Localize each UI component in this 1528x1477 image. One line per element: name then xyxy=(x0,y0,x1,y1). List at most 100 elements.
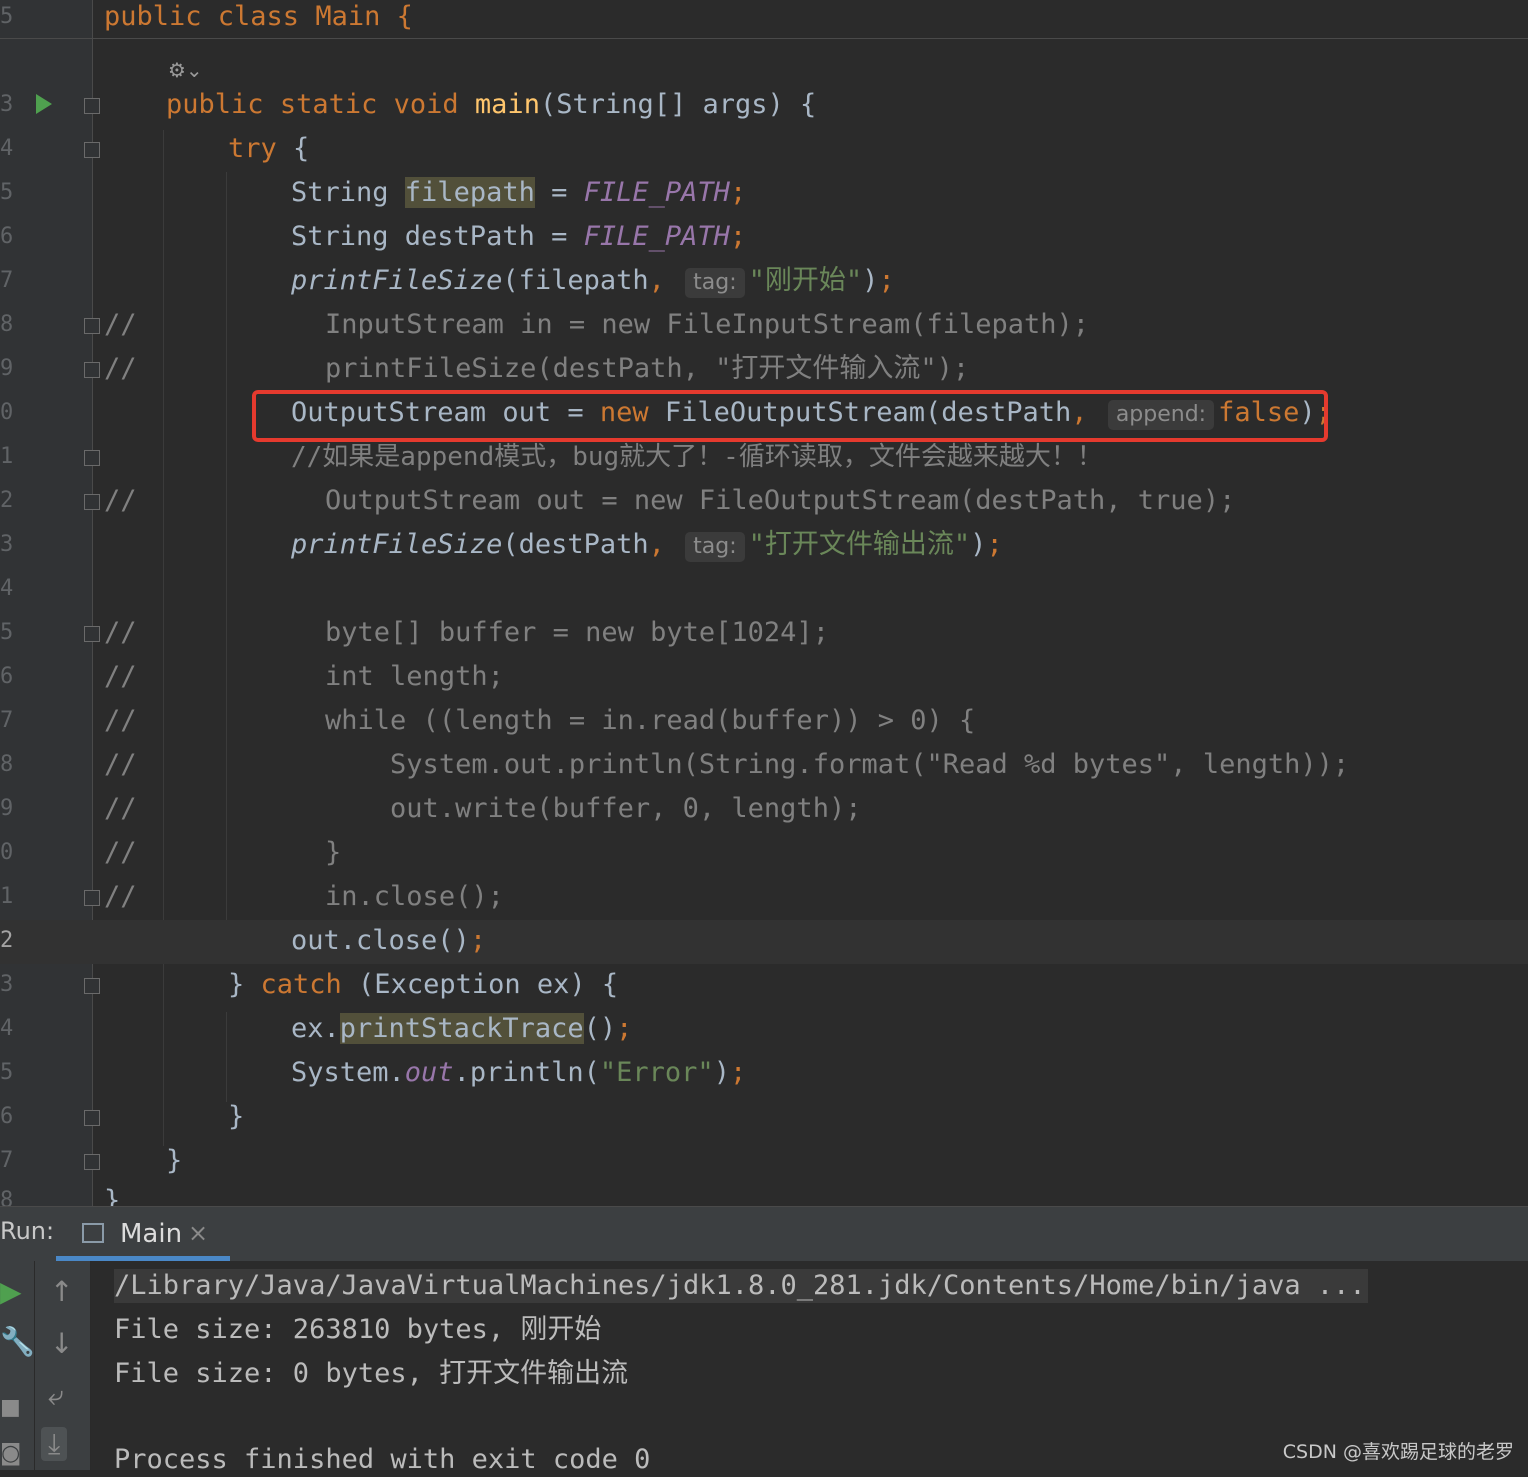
highlighted-identifier: printStackTrace xyxy=(339,1013,584,1044)
rerun-icon[interactable]: ▶ xyxy=(0,1275,22,1308)
wrench-icon[interactable]: 🔧 xyxy=(0,1325,35,1358)
keyword: try xyxy=(228,133,277,164)
comment-marker: // xyxy=(104,661,137,692)
arrow-down-icon[interactable]: ↓ xyxy=(50,1327,73,1360)
method-call: printFileSize xyxy=(291,265,503,296)
comment-marker: // xyxy=(104,881,137,912)
code-line: 7 } xyxy=(0,1144,1528,1188)
comment-marker: // xyxy=(104,705,137,736)
run-tool-window-header: Run: Main × xyxy=(0,1206,1528,1262)
line-code: ex.printStackTrace(); xyxy=(291,1012,632,1046)
code-text: } xyxy=(228,969,261,1000)
code-line-current: 2 out.close(); xyxy=(0,920,1528,964)
constant: FILE_PATH xyxy=(583,221,730,252)
run-tab-label: Main xyxy=(120,1219,183,1249)
code-text: ) xyxy=(970,529,987,560)
code-line: 2 // OutputStream out = new FileOutputSt… xyxy=(0,484,1528,528)
line-number: 1 xyxy=(0,444,14,469)
line-code: out.close(); xyxy=(291,924,486,958)
comment-text: //如果是append模式，bug就大了！-循环读取，文件会越来越大！！ xyxy=(291,442,1103,472)
line-code: // System.out.println(String.format("Rea… xyxy=(104,748,1349,782)
line-code: String filepath = FILE_PATH; xyxy=(291,176,746,210)
code-text: = xyxy=(534,177,584,208)
console-icon xyxy=(82,1223,104,1243)
settings-icon[interactable]: ⚙⌄ xyxy=(168,58,203,82)
keyword: catch xyxy=(260,969,342,1000)
line-code: printFileSize(destPath, tag: "打开文件输出流"); xyxy=(291,528,1003,562)
highlighted-identifier: filepath xyxy=(404,177,535,208)
code-line: 4 ex.printStackTrace(); xyxy=(0,1012,1528,1056)
comment-text: } xyxy=(292,837,342,868)
code-text: (filepath xyxy=(502,265,649,296)
run-toolbar-left: ▶ 🔧 ■ ◙ xyxy=(0,1261,35,1470)
semicolon: ; xyxy=(469,925,487,956)
line-number: 8 xyxy=(0,1188,14,1206)
line-number: 7 xyxy=(0,708,14,733)
run-label: Run: xyxy=(0,1217,55,1245)
code-line: 5 System.out.println("Error"); xyxy=(0,1056,1528,1100)
line-code: // out.write(buffer, 0, length); xyxy=(104,792,861,826)
code-line: 1 // in.close(); xyxy=(0,880,1528,924)
scroll-to-end-icon[interactable]: ⤓ xyxy=(41,1427,68,1461)
comment-text: System.out.println(String.format("Read %… xyxy=(292,749,1350,780)
line-number: 0 xyxy=(0,400,14,425)
line-number: 4 xyxy=(0,1016,14,1041)
code-text: String xyxy=(291,177,405,208)
semicolon: ; xyxy=(729,1057,747,1088)
close-icon[interactable]: × xyxy=(188,1219,208,1247)
keyword: static xyxy=(279,89,378,120)
line-code: } catch (Exception ex) { xyxy=(228,968,618,1002)
watermark: CSDN @喜欢踢足球的老罗 xyxy=(1282,1441,1514,1463)
line-code: // in.close(); xyxy=(104,880,504,914)
code-line: 6 String destPath = FILE_PATH; xyxy=(0,220,1528,264)
code-line: 4 try { xyxy=(0,132,1528,176)
camera-icon[interactable]: ◙ xyxy=(0,1441,21,1466)
comment-marker: // xyxy=(104,353,137,384)
line-number: 2 xyxy=(0,928,14,953)
line-code: String destPath = FILE_PATH; xyxy=(291,220,746,254)
semicolon: ; xyxy=(729,177,747,208)
comment-text: out.write(buffer, 0, length); xyxy=(292,793,862,824)
arrow-up-icon[interactable]: ↑ xyxy=(50,1275,73,1308)
parameter-hint: tag: xyxy=(685,268,745,298)
string-literal: "刚开始" xyxy=(748,265,863,296)
line-code: printFileSize(filepath, tag: "刚开始"); xyxy=(291,264,895,298)
code-text: () xyxy=(583,1013,617,1044)
code-line: 1 //如果是append模式，bug就大了！-循环读取，文件会越来越大！！ xyxy=(0,440,1528,484)
keyword: void xyxy=(393,89,459,120)
line-code: // OutputStream out = new FileOutputStre… xyxy=(104,484,1235,518)
line-number: 8 xyxy=(0,752,14,777)
method-name: main xyxy=(474,89,540,120)
line-number: 4 xyxy=(0,136,14,161)
line-code: public static void main(String[] args) { xyxy=(166,88,816,122)
stop-icon[interactable]: ■ xyxy=(0,1395,21,1420)
code-line: 6 } xyxy=(0,1100,1528,1144)
constant: out xyxy=(404,1057,454,1088)
line-number: 5 xyxy=(0,4,14,29)
line-number: 6 xyxy=(0,664,14,689)
console-command-line[interactable]: /Library/Java/JavaVirtualMachines/jdk1.8… xyxy=(114,1269,1368,1303)
comment-marker: // xyxy=(104,485,137,516)
semicolon: ; xyxy=(729,221,747,252)
line-number: 2 xyxy=(0,488,14,513)
line-number: 3 xyxy=(0,532,14,557)
comment-text: in.close(); xyxy=(292,881,504,912)
comment-text: byte[] buffer = new byte[1024]; xyxy=(292,617,829,648)
code-line: 3 public static void main(String[] args)… xyxy=(0,88,1528,132)
code-text: (String[] args) { xyxy=(539,89,817,120)
line-number: 6 xyxy=(0,224,14,249)
keyword: public xyxy=(166,89,264,120)
code-line: 3 printFileSize(destPath, tag: "打开文件输出流")… xyxy=(0,528,1528,572)
code-editor[interactable]: ⚙⌄ 5 public class Main { 3 public static… xyxy=(0,0,1528,1206)
comma: , xyxy=(648,529,665,560)
console-output-line: File size: 263810 bytes, 刚开始 xyxy=(114,1314,602,1345)
code-text: { xyxy=(276,133,310,164)
run-tab-main[interactable]: Main × xyxy=(56,1207,230,1261)
line-code: // byte[] buffer = new byte[1024]; xyxy=(104,616,829,650)
semicolon: ; xyxy=(878,265,895,296)
code-line: 5 public class Main { xyxy=(0,0,1528,44)
soft-wrap-icon[interactable]: ⤶ xyxy=(48,1379,64,1413)
line-number: 8 xyxy=(0,312,14,337)
line-number: 5 xyxy=(0,180,14,205)
comment-marker: // xyxy=(104,749,137,780)
